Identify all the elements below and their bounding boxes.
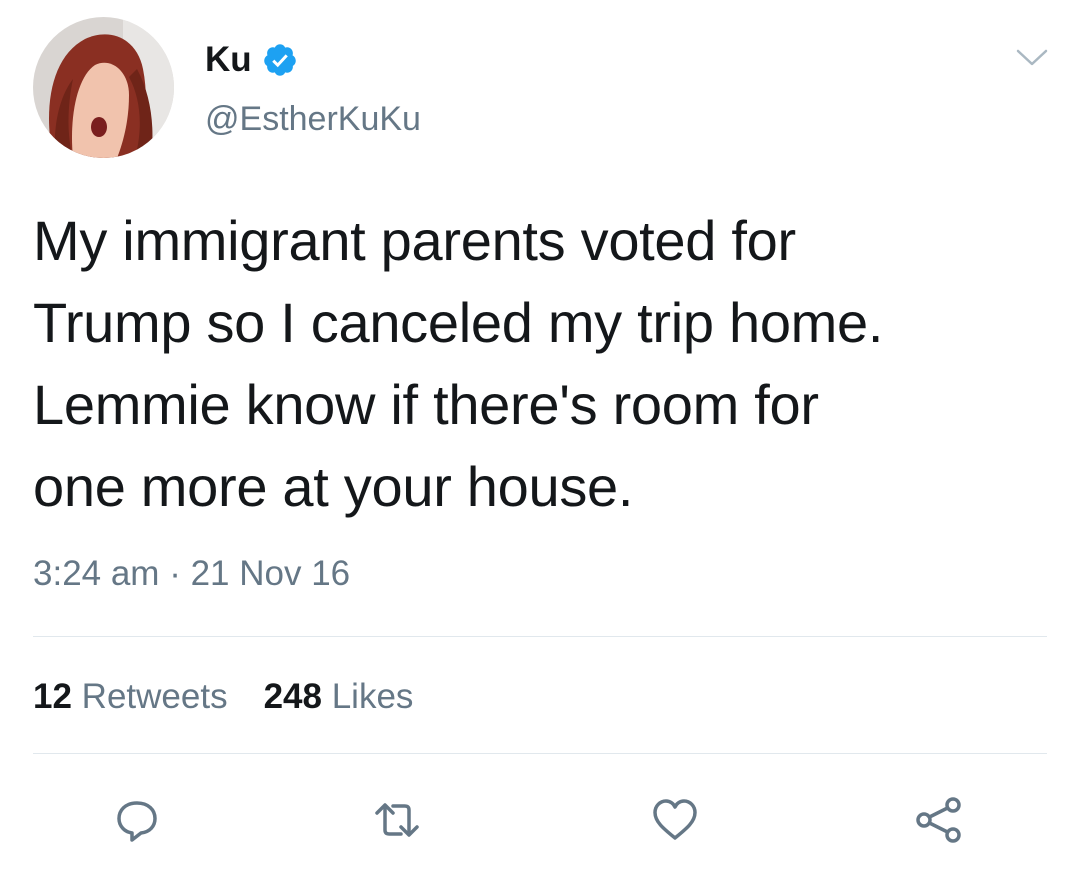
tweet-text-line: one more at your house. <box>33 455 634 518</box>
tweet-text-line: Trump so I canceled my trip home. <box>33 291 884 354</box>
tweet-time: 3:24 am <box>33 554 160 593</box>
retweets-stat[interactable]: 12 Retweets <box>33 673 228 721</box>
share-icon[interactable] <box>912 793 966 847</box>
display-name[interactable]: Ku <box>205 38 252 82</box>
meta-separator: · <box>169 554 181 593</box>
likes-count: 248 <box>263 677 322 716</box>
reply-icon[interactable] <box>110 793 164 847</box>
divider <box>33 636 1047 637</box>
likes-label: Likes <box>331 677 414 716</box>
retweet-icon[interactable] <box>370 793 424 847</box>
avatar-photo <box>33 17 174 158</box>
author-name-row[interactable]: Ku <box>205 38 298 82</box>
retweets-label: Retweets <box>81 677 228 716</box>
avatar[interactable] <box>33 17 174 158</box>
likes-stat[interactable]: 248 Likes <box>264 673 414 721</box>
verified-badge-icon <box>262 42 298 78</box>
user-handle[interactable]: @EstherKuKu <box>205 97 421 141</box>
tweet-date: 21 Nov 16 <box>190 554 351 593</box>
tweet-stats: 12 Retweets 248 Likes <box>33 673 449 721</box>
tweet-timestamp[interactable]: 3:24 am · 21 Nov 16 <box>33 552 350 596</box>
tweet-text: My immigrant parents voted for Trump so … <box>33 200 1053 528</box>
tweet-text-line: My immigrant parents voted for <box>33 209 796 272</box>
chevron-down-icon[interactable] <box>1014 46 1050 70</box>
retweets-count: 12 <box>33 677 72 716</box>
divider <box>33 753 1047 754</box>
tweet-text-line: Lemmie know if there's room for <box>33 373 819 436</box>
heart-icon[interactable] <box>648 793 702 847</box>
